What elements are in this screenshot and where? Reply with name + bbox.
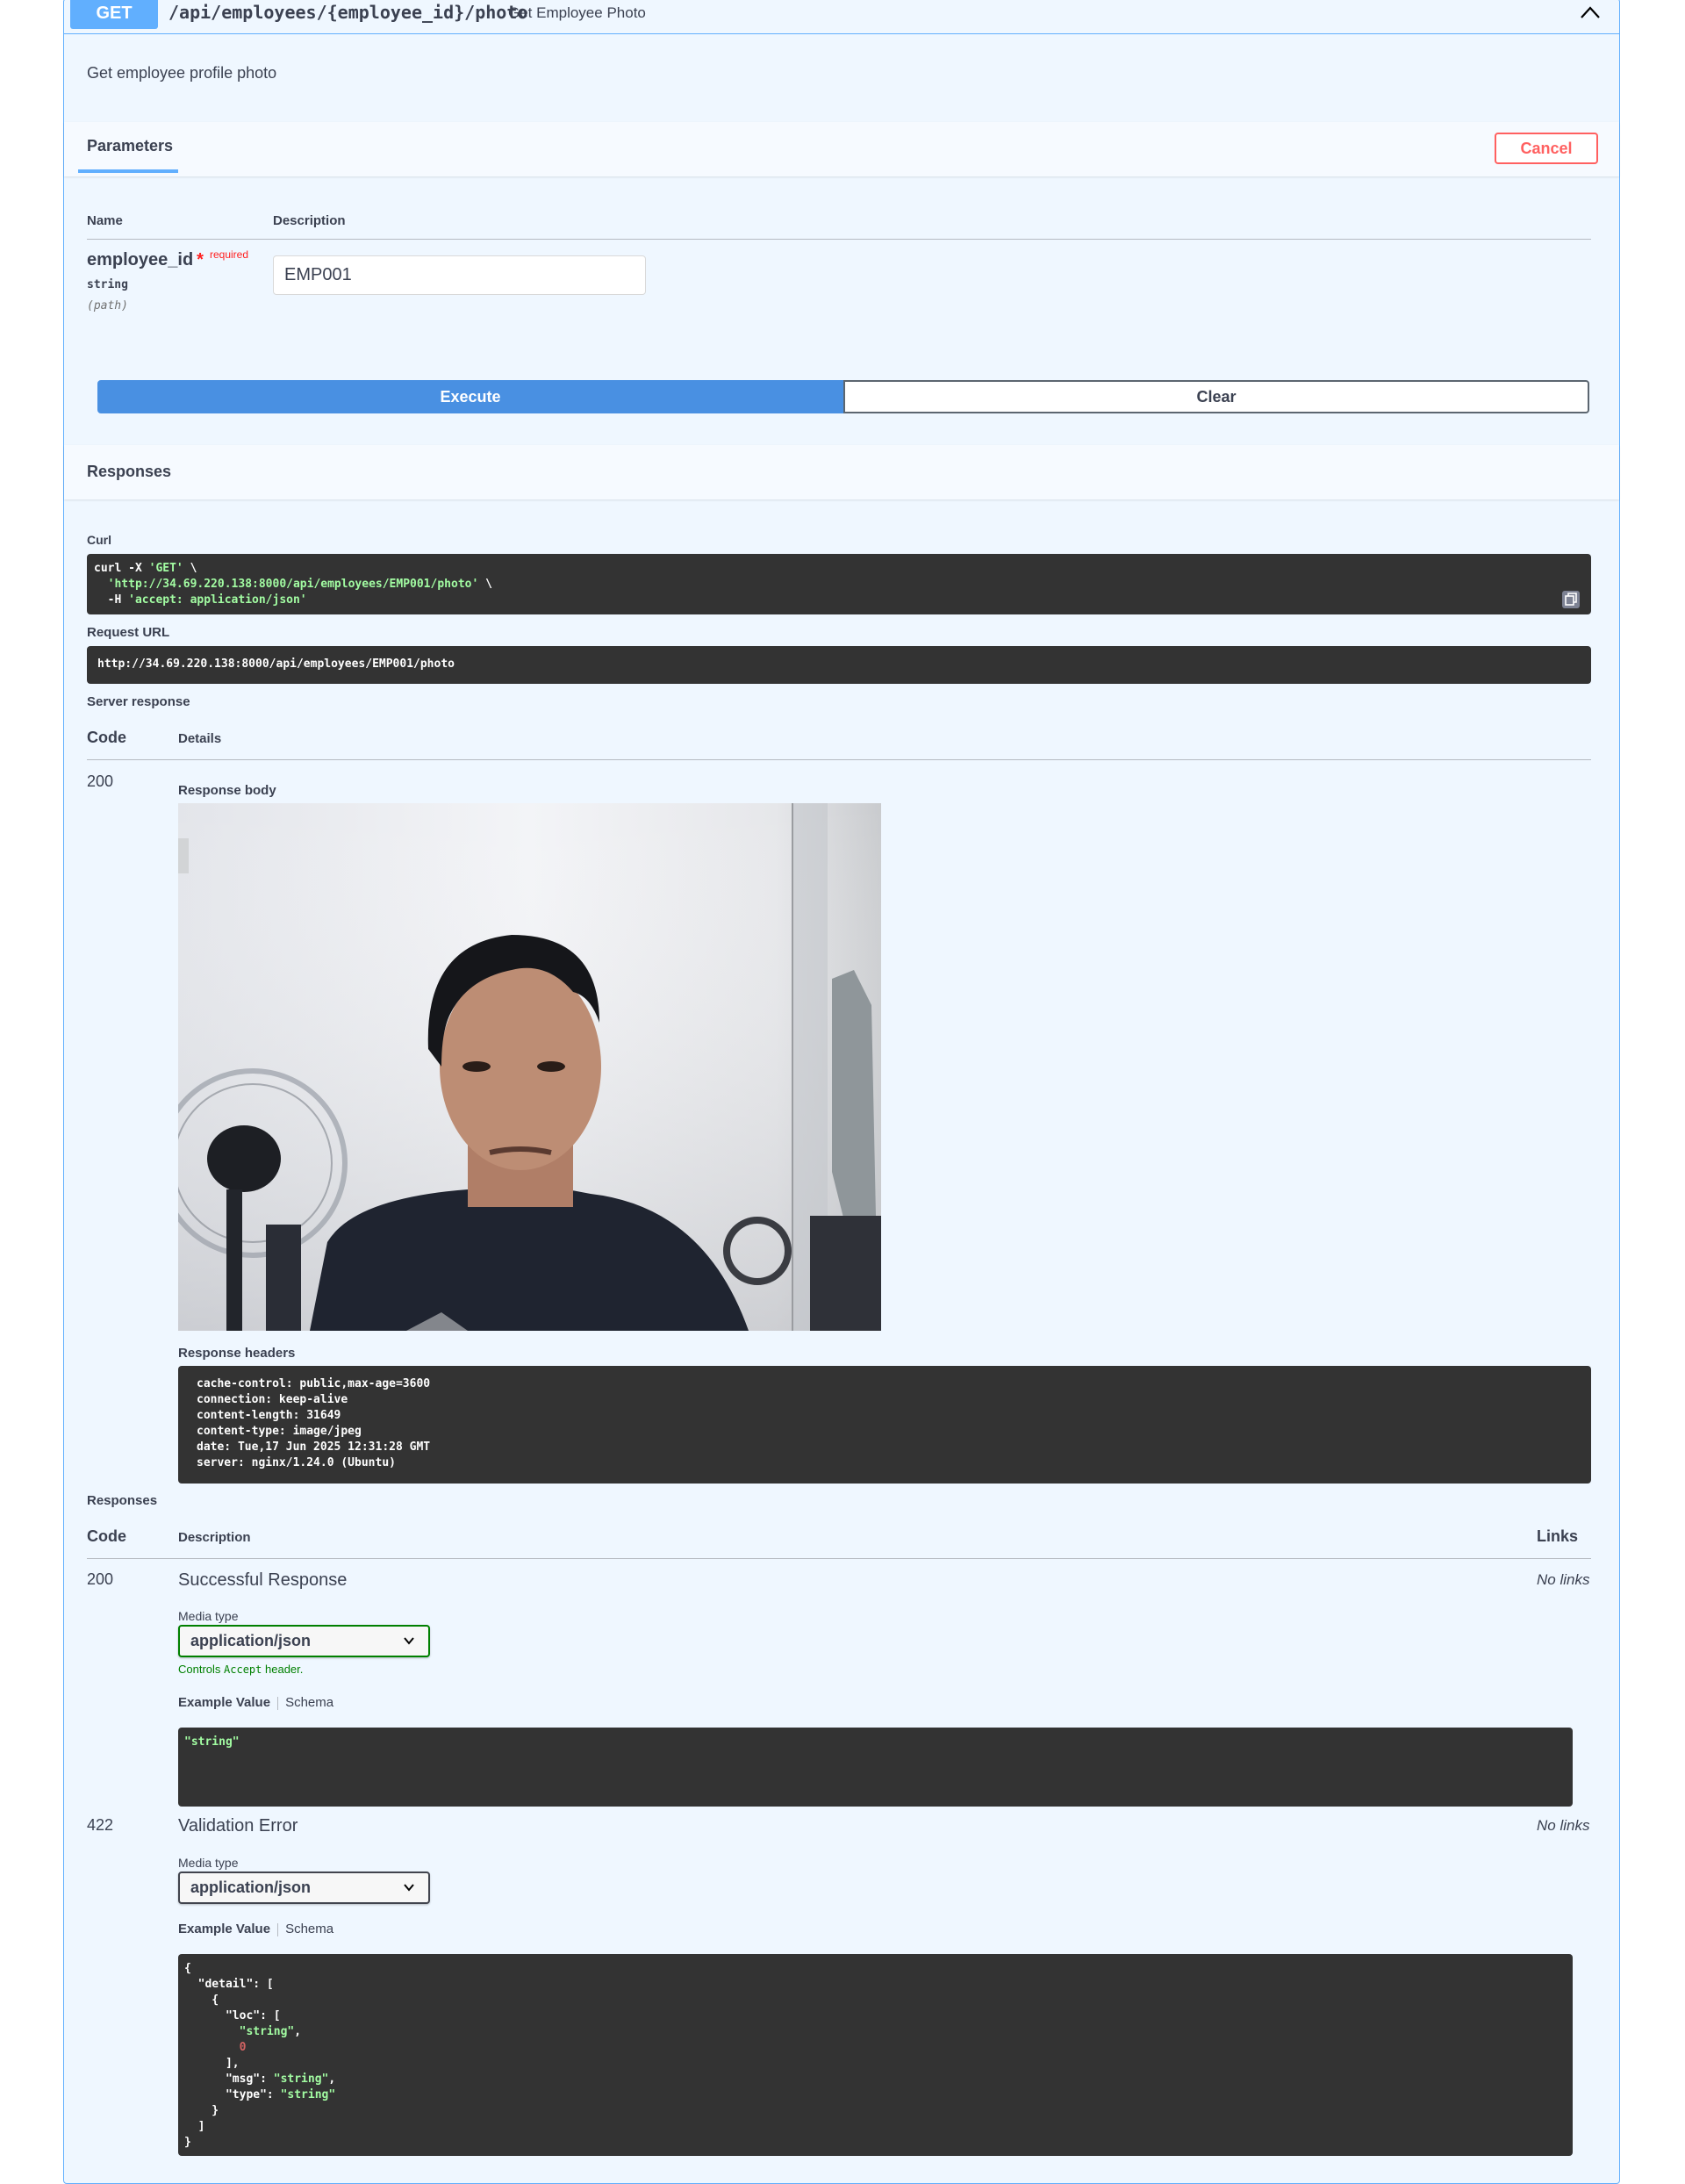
col-description-header: Description <box>178 1530 251 1545</box>
operation-block: GET /api/employees/{employee_id}/photo G… <box>63 0 1620 2184</box>
response-description-200: Successful Response <box>178 1570 348 1590</box>
example-value-422[interactable]: { "detail": [ { "loc": [ "string", 0 ], … <box>178 1954 1573 2156</box>
responses-header: Responses <box>64 445 1619 499</box>
example-schema-tabs-422: Example Value Schema <box>178 1922 333 1936</box>
copy-icon[interactable] <box>1561 590 1581 609</box>
param-name: employee_id * <box>87 250 204 269</box>
response-code-200: 200 <box>87 1570 114 1588</box>
response-description-422: Validation Error <box>178 1816 298 1836</box>
clear-button[interactable]: Clear <box>843 380 1589 413</box>
operation-description: Get employee profile photo <box>87 64 277 82</box>
tab-parameters[interactable]: Parameters <box>87 137 173 155</box>
col-links-header: Links <box>1537 1527 1579 1545</box>
response-body-label: Response body <box>178 783 276 798</box>
documented-responses-title: Responses <box>87 1493 158 1508</box>
request-url-label: Request URL <box>87 625 170 640</box>
col-details-header: Details <box>178 731 222 746</box>
chevron-down-icon <box>404 1884 414 1892</box>
chevron-up-icon[interactable] <box>1577 1 1603 24</box>
example-value-200[interactable]: "string" <box>178 1728 1573 1807</box>
execute-button[interactable]: Execute <box>97 380 843 413</box>
col-code-header: Code <box>87 1527 126 1545</box>
request-url-block[interactable]: http://34.69.220.138:8000/api/employees/… <box>87 646 1591 684</box>
employee-id-input[interactable] <box>273 255 646 295</box>
tab-example-value[interactable]: Example Value <box>178 1922 270 1936</box>
media-type-label: Media type <box>178 1609 239 1623</box>
curl-label: Curl <box>87 533 111 547</box>
chevron-down-icon <box>404 1637 414 1645</box>
method-badge: GET <box>70 0 158 29</box>
response-photo <box>178 803 881 1331</box>
tab-active-indicator <box>78 169 178 173</box>
response-code-422: 422 <box>87 1816 114 1834</box>
response-headers-label: Response headers <box>178 1346 296 1361</box>
operation-summary-text: Get Employee Photo <box>508 4 646 21</box>
col-name-header: Name <box>87 213 123 228</box>
operation-summary[interactable]: GET /api/employees/{employee_id}/photo G… <box>64 0 1619 34</box>
server-response-label: Server response <box>87 694 190 709</box>
required-label: required <box>210 248 249 261</box>
links-200: No links <box>1537 1571 1590 1588</box>
col-description-header: Description <box>273 213 346 228</box>
response-headers-block[interactable]: cache-control: public,max-age=3600 conne… <box>178 1366 1591 1484</box>
divider <box>87 1558 1591 1559</box>
cancel-button[interactable]: Cancel <box>1495 133 1598 164</box>
media-type-select-200[interactable]: application/json <box>178 1625 430 1657</box>
example-schema-tabs-200: Example Value Schema <box>178 1695 333 1710</box>
curl-code-block[interactable]: curl -X 'GET' \ 'http://34.69.220.138:80… <box>87 554 1591 614</box>
links-422: No links <box>1537 1817 1590 1834</box>
media-type-select-422[interactable]: application/json <box>178 1871 430 1904</box>
divider <box>87 239 1591 240</box>
tab-schema[interactable]: Schema <box>285 1695 333 1710</box>
response-code: 200 <box>87 772 114 790</box>
param-type: string <box>87 278 128 291</box>
required-star: * <box>197 250 204 269</box>
responses-title: Responses <box>87 463 172 480</box>
tab-example-value[interactable]: Example Value <box>178 1695 270 1710</box>
operation-path: /api/employees/{employee_id}/photo <box>168 2 528 23</box>
param-location: (path) <box>87 299 128 313</box>
media-type-label: Media type <box>178 1856 239 1870</box>
divider <box>87 759 1591 760</box>
response-headers-text: cache-control: public,max-age=3600 conne… <box>197 1377 431 1469</box>
parameters-header: Parameters Cancel <box>64 122 1619 176</box>
controls-accept-note: Controls Accept header. <box>178 1663 304 1676</box>
tab-schema[interactable]: Schema <box>285 1922 333 1936</box>
col-code-header: Code <box>87 729 126 746</box>
